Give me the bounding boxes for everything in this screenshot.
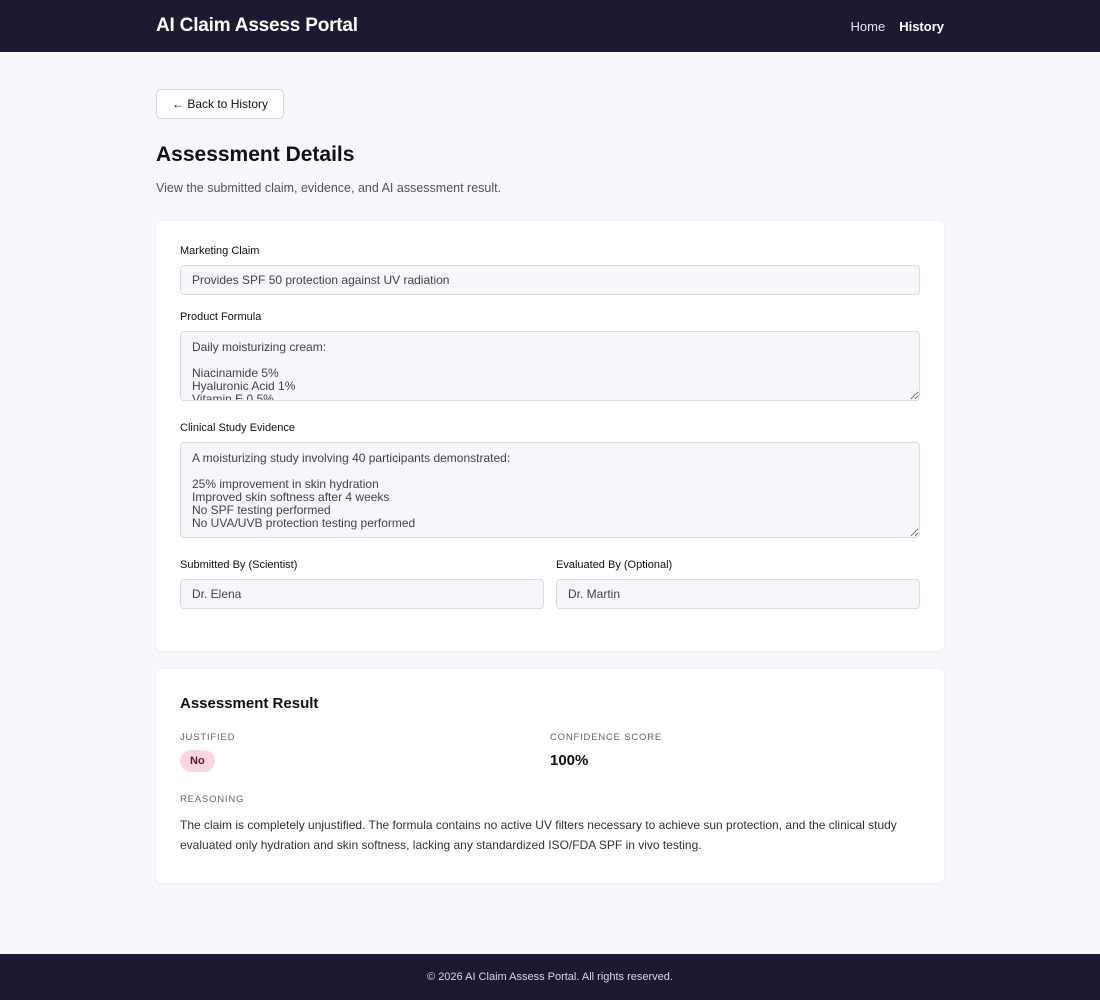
marketing-claim-input[interactable] <box>180 265 920 295</box>
product-formula-label: Product Formula <box>180 311 262 323</box>
assessment-result-title: Assessment Result <box>180 695 319 712</box>
justified-column: JUSTIFIED No <box>180 732 550 772</box>
brand-title[interactable]: AI Claim Assess Portal <box>156 15 358 37</box>
product-formula-group: Product Formula Daily moisturizing cream… <box>180 311 920 406</box>
clinical-evidence-textarea[interactable]: A moisturizing study involving 40 partic… <box>180 442 920 538</box>
submitted-by-group: Submitted By (Scientist) <box>180 559 544 609</box>
submitted-by-input[interactable] <box>180 579 544 609</box>
assessment-result-card: Assessment Result JUSTIFIED No CONFIDENC… <box>156 669 944 883</box>
page-footer: © 2026 AI Claim Assess Portal. All right… <box>0 954 1100 1000</box>
footer-text: © 2026 AI Claim Assess Portal. All right… <box>427 971 673 983</box>
justified-label: JUSTIFIED <box>180 732 236 743</box>
people-row: Submitted By (Scientist) Evaluated By (O… <box>180 559 920 625</box>
page-title: Assessment Details <box>156 143 355 166</box>
justified-badge: No <box>180 750 215 772</box>
product-formula-textarea[interactable]: Daily moisturizing cream: Niacinamide 5%… <box>180 331 920 401</box>
submitted-by-label: Submitted By (Scientist) <box>180 559 298 571</box>
page-subtitle: View the submitted claim, evidence, and … <box>156 181 502 195</box>
main-content: ← Back to History Assessment Details Vie… <box>0 52 1100 883</box>
confidence-label: CONFIDENCE SCORE <box>550 732 663 743</box>
claim-details-card: Marketing Claim Product Formula Daily mo… <box>156 221 944 651</box>
evaluated-by-label: Evaluated By (Optional) <box>556 559 673 571</box>
result-grid: JUSTIFIED No CONFIDENCE SCORE 100% <box>180 732 920 772</box>
reasoning-label: REASONING <box>180 794 245 805</box>
evaluated-by-input[interactable] <box>556 579 920 609</box>
nav-link-history[interactable]: History <box>899 19 944 34</box>
back-to-history-button[interactable]: ← Back to History <box>156 89 285 119</box>
confidence-column: CONFIDENCE SCORE 100% <box>550 732 920 772</box>
clinical-evidence-label: Clinical Study Evidence <box>180 422 295 434</box>
confidence-score: 100% <box>550 752 589 769</box>
top-navbar: AI Claim Assess Portal Home History <box>0 0 1100 52</box>
nav-links: Home History <box>851 19 944 34</box>
clinical-evidence-group: Clinical Study Evidence A moisturizing s… <box>180 422 920 543</box>
marketing-claim-label: Marketing Claim <box>180 245 260 257</box>
nav-link-home[interactable]: Home <box>851 19 886 34</box>
reasoning-text: The claim is completely unjustified. The… <box>180 818 897 852</box>
marketing-claim-group: Marketing Claim <box>180 245 920 295</box>
evaluated-by-group: Evaluated By (Optional) <box>556 559 920 609</box>
